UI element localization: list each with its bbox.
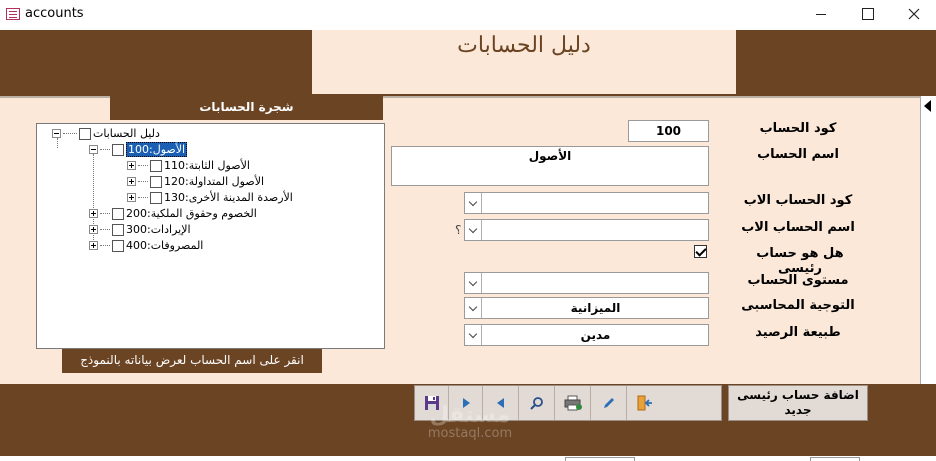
exit-button[interactable] xyxy=(627,386,663,420)
tree-checkbox[interactable] xyxy=(150,175,162,188)
tree-item-root[interactable]: دليل الحسابات xyxy=(52,126,160,141)
tree-checkbox[interactable] xyxy=(150,159,162,172)
chevron-down-icon[interactable] xyxy=(465,220,482,240)
record-selector-arrow-icon xyxy=(924,100,931,112)
close-button[interactable] xyxy=(891,0,936,28)
watermark: مستقل mostaql.com xyxy=(410,405,530,441)
tree-item[interactable]: الخصوم وحقوق الملكية:200 xyxy=(89,206,257,221)
edit-button[interactable] xyxy=(591,386,627,420)
tree-checkbox[interactable] xyxy=(112,143,124,156)
direction-label: التوجية المحاسبى xyxy=(741,298,855,313)
watermark-latin: mostaql.com xyxy=(427,426,513,441)
expand-icon[interactable] xyxy=(89,241,98,250)
status-strip xyxy=(0,456,936,461)
tree-header: شجرة الحسابات xyxy=(110,96,383,120)
expand-icon[interactable] xyxy=(89,209,98,218)
tree-item-label[interactable]: الأصول الثابتة:110 xyxy=(164,159,250,172)
tree-item[interactable]: المصروفات:400 xyxy=(89,238,203,253)
parent-code-value xyxy=(483,193,708,213)
level-value xyxy=(483,273,708,293)
maximize-button[interactable] xyxy=(845,0,891,28)
tree-checkbox[interactable] xyxy=(112,207,124,220)
tree-item-label[interactable]: الأصول:100 xyxy=(126,142,188,157)
level-label: مستوى الحساب xyxy=(747,273,849,288)
balance-nature-value: مدين xyxy=(580,328,611,342)
chevron-down-icon[interactable] xyxy=(465,193,482,213)
tree-checkbox[interactable] xyxy=(112,223,124,236)
balance-nature-combo[interactable]: مدين xyxy=(464,324,709,346)
expand-icon[interactable] xyxy=(127,193,136,202)
tree-item-label[interactable]: الخصوم وحقوق الملكية:200 xyxy=(126,207,257,220)
tree-item[interactable]: الأصول المتداولة:120 xyxy=(127,174,264,189)
minimize-button[interactable] xyxy=(798,0,844,28)
tree-item-label[interactable]: الأصول المتداولة:120 xyxy=(164,175,264,188)
add-main-account-button[interactable]: اضافة حساب رئيسى جديد xyxy=(728,385,868,421)
tree-hint-label[interactable]: انقر على اسم الحساب لعرض بياناته بالنموذ… xyxy=(62,349,322,373)
page-title: دليل الحسابات xyxy=(457,33,591,58)
expand-icon[interactable] xyxy=(127,161,136,170)
status-box xyxy=(810,457,860,461)
direction-combo[interactable]: الميزانية xyxy=(464,297,709,319)
accounts-tree[interactable]: دليل الحسابات الأصول:100 الأصول الثابتة:… xyxy=(36,123,385,349)
direction-value: الميزانية xyxy=(570,301,621,315)
expand-icon[interactable] xyxy=(89,225,98,234)
is-main-label: هل هو حساب رئيسى xyxy=(756,246,844,276)
tree-item-label[interactable]: المصروفات:400 xyxy=(126,239,203,252)
is-main-checkbox[interactable] xyxy=(694,245,707,258)
tree-item[interactable]: الأصول:100 xyxy=(89,142,188,157)
balance-nature-label: طبيعة الرصيد xyxy=(755,325,841,340)
tree-item-label[interactable]: الأرصدة المدينة الأخرى:130 xyxy=(164,191,293,204)
tree-item[interactable]: الأرصدة المدينة الأخرى:130 xyxy=(127,190,293,205)
exit-icon xyxy=(637,395,652,411)
close-icon xyxy=(908,8,920,20)
title-bar: accounts xyxy=(0,0,936,28)
record-selector-strip[interactable] xyxy=(920,96,936,384)
collapse-icon[interactable] xyxy=(89,145,98,154)
window-title: accounts xyxy=(25,6,84,21)
account-name-label: اسم الحساب xyxy=(757,147,839,162)
parent-name-value xyxy=(483,220,708,240)
account-code-field[interactable]: 100 xyxy=(628,120,709,142)
tree-checkbox[interactable] xyxy=(79,127,91,140)
parent-name-suffix: ؟ xyxy=(455,223,462,237)
level-combo[interactable] xyxy=(464,272,709,294)
parent-name-combo[interactable] xyxy=(464,219,709,241)
tree-item[interactable]: الأصول الثابتة:110 xyxy=(127,158,250,173)
parent-name-label: اسم الحساب الاب xyxy=(741,220,855,235)
watermark-arabic: مستقل xyxy=(429,403,511,428)
tree-item[interactable]: الإيرادات:300 xyxy=(89,222,191,237)
chevron-down-icon[interactable] xyxy=(465,273,482,293)
find-icon xyxy=(529,397,543,410)
expand-icon[interactable] xyxy=(127,177,136,186)
collapse-icon[interactable] xyxy=(52,129,61,138)
print-button[interactable] xyxy=(555,386,591,420)
tree-item-label[interactable]: دليل الحسابات xyxy=(93,127,160,140)
tree-item-label[interactable]: الإيرادات:300 xyxy=(126,223,191,236)
chevron-down-icon[interactable] xyxy=(465,325,482,345)
tree-checkbox[interactable] xyxy=(150,191,162,204)
status-box xyxy=(565,457,635,461)
account-code-label: كود الحساب xyxy=(759,121,837,136)
print-icon xyxy=(564,395,582,411)
app-form-icon xyxy=(6,8,20,20)
tree-checkbox[interactable] xyxy=(112,239,124,252)
account-name-field[interactable]: الأصول xyxy=(391,146,709,186)
chevron-down-icon[interactable] xyxy=(465,298,482,318)
parent-code-combo[interactable] xyxy=(464,192,709,214)
edit-icon xyxy=(603,398,614,408)
parent-code-label: كود الحساب الاب xyxy=(743,193,853,208)
